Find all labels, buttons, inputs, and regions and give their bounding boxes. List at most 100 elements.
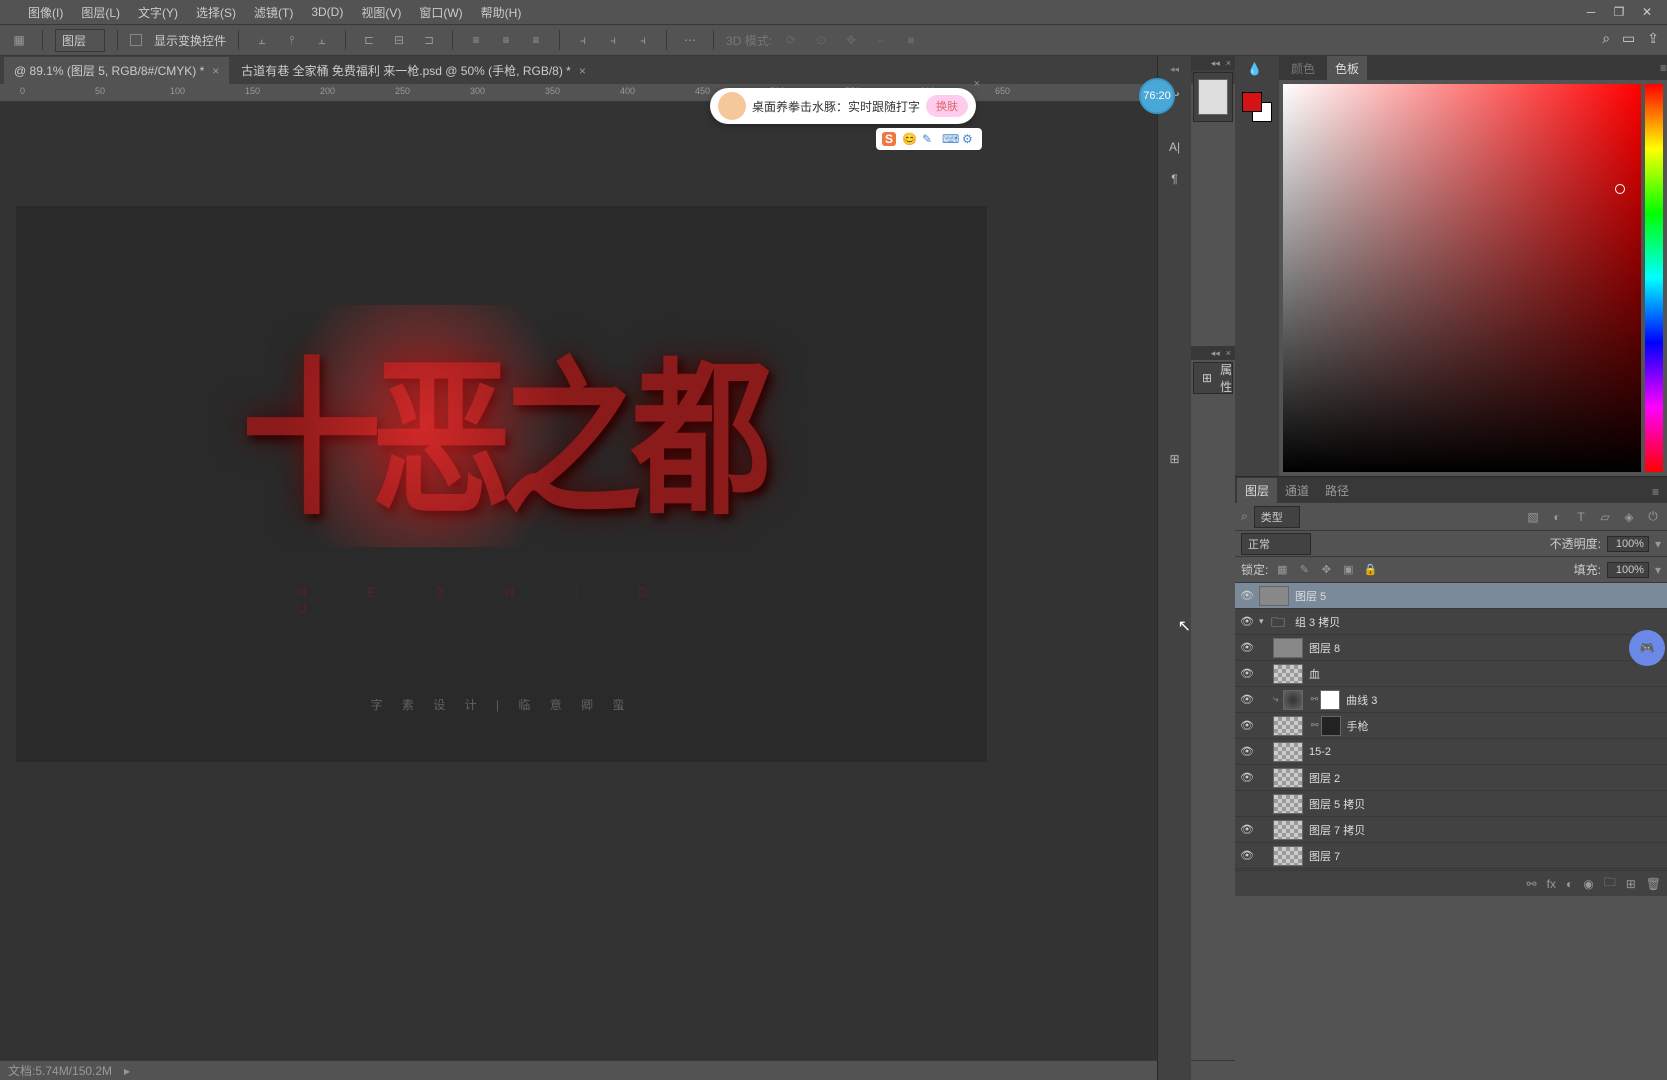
mask-link-icon[interactable]: ⚯ xyxy=(1311,720,1319,731)
arrange-icon[interactable]: ▭ xyxy=(1622,30,1635,47)
pill-action-button[interactable]: 换肤 xyxy=(926,95,968,117)
ime-emoji-icon[interactable]: 😊 xyxy=(902,132,916,146)
maximize-icon[interactable]: ❐ xyxy=(1611,4,1627,20)
layer-name-label[interactable]: 图层 7 拷贝 xyxy=(1309,822,1365,838)
adjustment-layer-icon[interactable]: ◉ xyxy=(1583,877,1593,891)
layer-row[interactable]: 👁血 xyxy=(1235,661,1667,687)
distribute-vcenter-icon[interactable]: ≡ xyxy=(495,29,517,51)
floating-action-button[interactable]: 🎮 xyxy=(1629,630,1665,666)
sogou-icon[interactable]: S xyxy=(882,132,896,146)
channels-tab[interactable]: 通道 xyxy=(1277,478,1317,503)
layer-row[interactable]: 👁⚯手枪 xyxy=(1235,713,1667,739)
panel-close-icon[interactable]: × xyxy=(1226,58,1231,68)
lock-artboard-icon[interactable]: ▣ xyxy=(1340,562,1356,578)
align-vcenter-icon[interactable]: ⫯ xyxy=(281,29,303,51)
character-icon[interactable]: A| xyxy=(1163,135,1187,159)
layer-row[interactable]: 👁图层 7 拷贝 xyxy=(1235,817,1667,843)
menu-filter[interactable]: 滤镜(T) xyxy=(246,1,301,24)
align-top-icon[interactable]: ⫠ xyxy=(251,29,273,51)
foreground-background-swatch[interactable] xyxy=(1242,92,1272,122)
filter-pixel-icon[interactable]: ▧ xyxy=(1525,509,1541,525)
ime-tool2-icon[interactable]: ⌨ xyxy=(942,132,956,146)
visibility-icon[interactable]: 👁 xyxy=(1235,771,1259,784)
visibility-icon[interactable]: 👁 xyxy=(1235,641,1259,654)
menu-window[interactable]: 窗口(W) xyxy=(411,1,470,24)
status-arrow-icon[interactable]: ▸ xyxy=(124,1064,130,1078)
visibility-icon[interactable]: 👁 xyxy=(1235,849,1259,862)
foreground-color[interactable] xyxy=(1242,92,1262,112)
close-icon[interactable]: ✕ xyxy=(1639,4,1655,20)
tab-doc1[interactable]: @ 89.1% (图层 5, RGB/8#/CMYK) * × xyxy=(4,57,229,84)
lock-position-icon[interactable]: ✥ xyxy=(1318,562,1334,578)
3d-orbit-icon[interactable]: ⟳ xyxy=(780,29,802,51)
saturation-field[interactable] xyxy=(1283,84,1641,472)
visibility-icon[interactable]: 👁 xyxy=(1235,693,1259,706)
align-bottom-icon[interactable]: ⫠ xyxy=(311,29,333,51)
align-right-icon[interactable]: ⊐ xyxy=(418,29,440,51)
tab2-close-icon[interactable]: × xyxy=(579,64,586,78)
align-hcenter-icon[interactable]: ⊟ xyxy=(388,29,410,51)
layer-fx-icon[interactable]: fx xyxy=(1547,877,1556,891)
opacity-input[interactable]: 100% xyxy=(1607,536,1649,552)
filter-type-icon[interactable]: T xyxy=(1573,509,1589,525)
timer-badge[interactable]: 76:20 xyxy=(1139,78,1175,114)
layer-name-label[interactable]: 组 3 拷贝 xyxy=(1295,614,1340,630)
filter-search-icon[interactable]: ⌕ xyxy=(1241,509,1248,524)
layer-name-label[interactable]: 图层 5 拷贝 xyxy=(1309,796,1365,812)
visibility-icon[interactable]: 👁 xyxy=(1235,615,1259,628)
blend-mode-dropdown[interactable]: 正常 xyxy=(1241,533,1311,555)
canvas-workspace[interactable]: 十恶之都 H E Z H I D U 字 素 设 计 | 临 意 卿 蛮 xyxy=(0,102,1157,1060)
visibility-icon[interactable]: 👁 xyxy=(1235,589,1259,602)
layer-name-label[interactable]: 图层 7 xyxy=(1309,848,1340,864)
layer-row[interactable]: 👁 图层 2 xyxy=(1235,765,1667,791)
fill-input[interactable]: 100% xyxy=(1607,562,1649,578)
visibility-icon[interactable]: 👁 xyxy=(1235,719,1259,732)
layer-row[interactable]: 图层 5 拷贝 xyxy=(1235,791,1667,817)
mask-thumb[interactable] xyxy=(1320,690,1340,710)
visibility-icon[interactable]: 👁 xyxy=(1235,745,1259,758)
layer-name-label[interactable]: 图层 8 xyxy=(1309,640,1340,656)
new-layer-icon[interactable]: ⊞ xyxy=(1626,877,1636,891)
share-icon[interactable]: ⇪ xyxy=(1647,30,1659,47)
menu-select[interactable]: 选择(S) xyxy=(188,1,244,24)
filter-smart-icon[interactable]: ◈ xyxy=(1621,509,1637,525)
ime-toolbar[interactable]: S 😊 ✎ ⌨ ⚙ xyxy=(876,128,982,150)
color-tab[interactable]: 颜色 xyxy=(1283,56,1323,81)
layer-name-label[interactable]: 图层 2 xyxy=(1309,770,1340,786)
layers-menu-icon[interactable]: ≡ xyxy=(1644,481,1667,503)
autoselect-dropdown[interactable]: 图层 xyxy=(55,29,105,52)
menu-layer[interactable]: 图层(L) xyxy=(73,1,128,24)
lock-all-icon[interactable]: 🔒 xyxy=(1362,562,1378,578)
document-canvas[interactable]: 十恶之都 H E Z H I D U 字 素 设 计 | 临 意 卿 蛮 xyxy=(16,206,987,762)
layer-row[interactable]: 👁⤷⚯曲线 3 xyxy=(1235,687,1667,713)
new-group-icon[interactable]: 🗀 xyxy=(1604,873,1616,894)
link-layers-icon[interactable]: ⚯ xyxy=(1527,877,1537,891)
3d-slide-icon[interactable]: ⇔ xyxy=(870,29,892,51)
distribute-left-icon[interactable]: ⫞ xyxy=(572,29,594,51)
pill-close-icon[interactable]: × xyxy=(974,78,980,90)
tab-doc2[interactable]: 古道有巷 全家桶 免费福利 来一枪.psd @ 50% (手枪, RGB/8) … xyxy=(231,57,596,84)
layer-mask-icon[interactable]: ◐ xyxy=(1566,877,1573,891)
brush-preset-mini-panel[interactable] xyxy=(1193,72,1233,122)
panel-collapse-icon[interactable]: ◂◂ xyxy=(1211,58,1220,69)
layer-row[interactable]: 👁 15-2 xyxy=(1235,739,1667,765)
swatches-tab[interactable]: 色板 xyxy=(1327,56,1367,81)
lock-transparent-icon[interactable]: ▦ xyxy=(1274,562,1290,578)
paths-tab[interactable]: 路径 xyxy=(1317,478,1357,503)
layer-name-label[interactable]: 15-2 xyxy=(1309,746,1331,758)
layer-row[interactable]: 👁 图层 7 xyxy=(1235,843,1667,869)
properties-dock-icon[interactable]: ⊞ xyxy=(1163,447,1187,471)
menu-3d[interactable]: 3D(D) xyxy=(303,2,351,22)
props-close-icon[interactable]: × xyxy=(1226,348,1231,358)
menu-help[interactable]: 帮助(H) xyxy=(473,1,530,24)
mask-thumb[interactable] xyxy=(1321,716,1341,736)
distribute-bottom-icon[interactable]: ≡ xyxy=(525,29,547,51)
search-icon[interactable]: ⌕ xyxy=(1602,30,1610,47)
3d-pan-icon[interactable]: ✥ xyxy=(840,29,862,51)
layer-name-label[interactable]: 曲线 3 xyxy=(1346,692,1377,708)
filter-toggle-icon[interactable]: ⏻ xyxy=(1645,509,1661,525)
color-menu-icon[interactable]: ≡ xyxy=(1660,61,1667,75)
more-align-icon[interactable]: ⋯ xyxy=(679,29,701,51)
opacity-arrow-icon[interactable]: ▾ xyxy=(1655,537,1661,551)
layer-row[interactable]: 👁图层 5 xyxy=(1235,583,1667,609)
